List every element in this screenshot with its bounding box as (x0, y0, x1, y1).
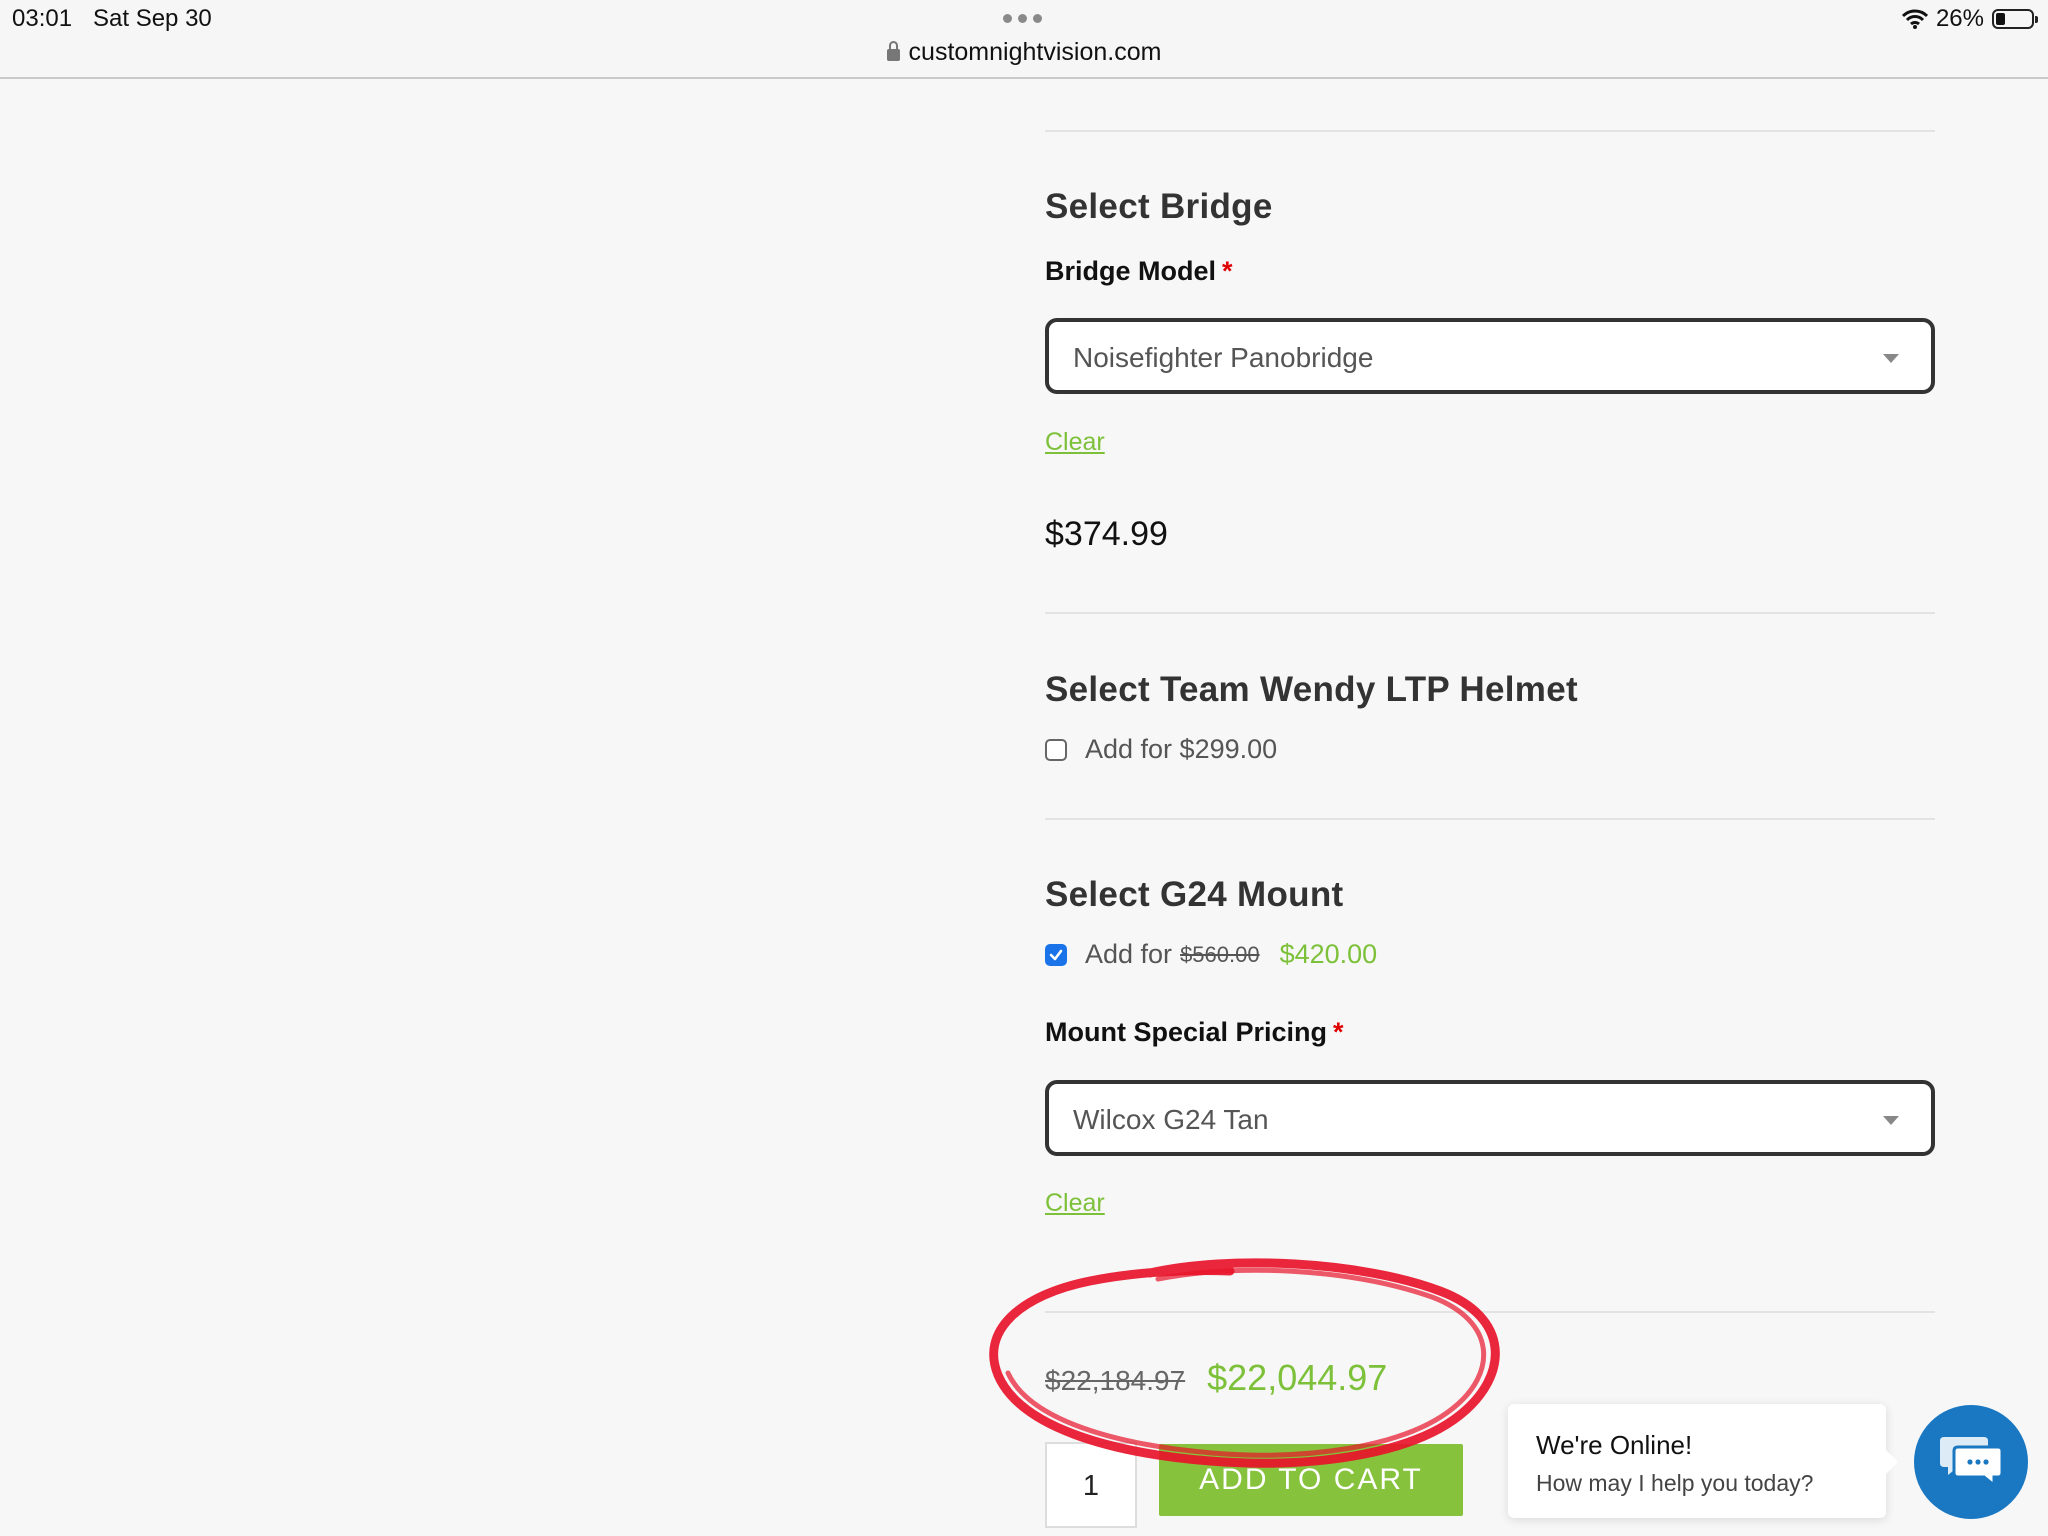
status-bar: 03:01 Sat Sep 30 customnightvision.com 2… (0, 0, 2048, 79)
mount-pricing-label: Mount Special Pricing * (1045, 1017, 1344, 1047)
chat-greeting-bubble[interactable]: We're Online! How may I help you today? (1508, 1404, 1898, 1518)
status-indicators: 26% (1901, 5, 2038, 33)
quantity-input[interactable]: 1 (1045, 1442, 1137, 1528)
chat-launcher-button[interactable] (1914, 1405, 2028, 1519)
chat-icon (1940, 1437, 2004, 1489)
sale-total: $22,044.97 (1207, 1357, 1388, 1398)
chat-subtitle: How may I help you today? (1536, 1470, 1814, 1496)
chevron-down-icon (1883, 1116, 1899, 1125)
wifi-icon (1901, 9, 1928, 29)
divider (1045, 818, 1935, 820)
bridge-price: $374.99 (1045, 515, 1168, 553)
battery-icon (1992, 9, 2038, 29)
total-price: $22,184.97 $22,044.97 (1045, 1357, 1387, 1399)
status-time: 03:01 (12, 5, 73, 32)
select-value: Noisefighter Panobridge (1073, 342, 1374, 373)
clear-mount-link[interactable]: Clear (1045, 1189, 1105, 1218)
section-title-mount: Select G24 Mount (1045, 875, 1344, 914)
helmet-addon-option[interactable]: Add for $299.00 (1045, 734, 1277, 765)
helmet-checkbox[interactable] (1045, 738, 1067, 761)
select-value: Wilcox G24 Tan (1073, 1104, 1269, 1135)
helmet-addon-label: Add for $299.00 (1085, 734, 1278, 764)
url-text: customnightvision.com (908, 38, 1162, 66)
divider (1045, 612, 1935, 614)
address-bar[interactable]: customnightvision.com (0, 38, 2048, 67)
status-date: Sat Sep 30 (93, 5, 212, 32)
battery-percent: 26% (1935, 5, 1984, 32)
original-total: $22,184.97 (1045, 1365, 1186, 1396)
mount-addon-option[interactable]: Add for $560.00 $420.00 (1045, 939, 1377, 970)
section-title-helmet: Select Team Wendy LTP Helmet (1045, 670, 1578, 709)
mount-sale-price: $420.00 (1279, 939, 1378, 969)
divider (1045, 130, 1935, 132)
required-marker: * (1222, 256, 1233, 286)
mount-checkbox[interactable] (1045, 943, 1067, 966)
bridge-model-select[interactable]: Noisefighter Panobridge (1045, 318, 1935, 394)
mount-original-price: $560.00 (1180, 941, 1260, 967)
add-to-cart-button[interactable]: ADD TO CART (1159, 1444, 1463, 1516)
multitasking-dots-icon[interactable] (1003, 14, 1042, 23)
mount-addon-prefix: Add for (1085, 939, 1173, 969)
chevron-down-icon (1883, 354, 1899, 363)
bridge-model-label: Bridge Model * (1045, 256, 1233, 286)
section-title-bridge: Select Bridge (1045, 187, 1273, 226)
required-marker: * (1333, 1017, 1344, 1047)
clear-bridge-link[interactable]: Clear (1045, 428, 1105, 457)
lock-icon (886, 41, 900, 61)
chat-title: We're Online! (1536, 1430, 1693, 1460)
mount-pricing-select[interactable]: Wilcox G24 Tan (1045, 1080, 1935, 1156)
divider (1045, 1311, 1935, 1313)
